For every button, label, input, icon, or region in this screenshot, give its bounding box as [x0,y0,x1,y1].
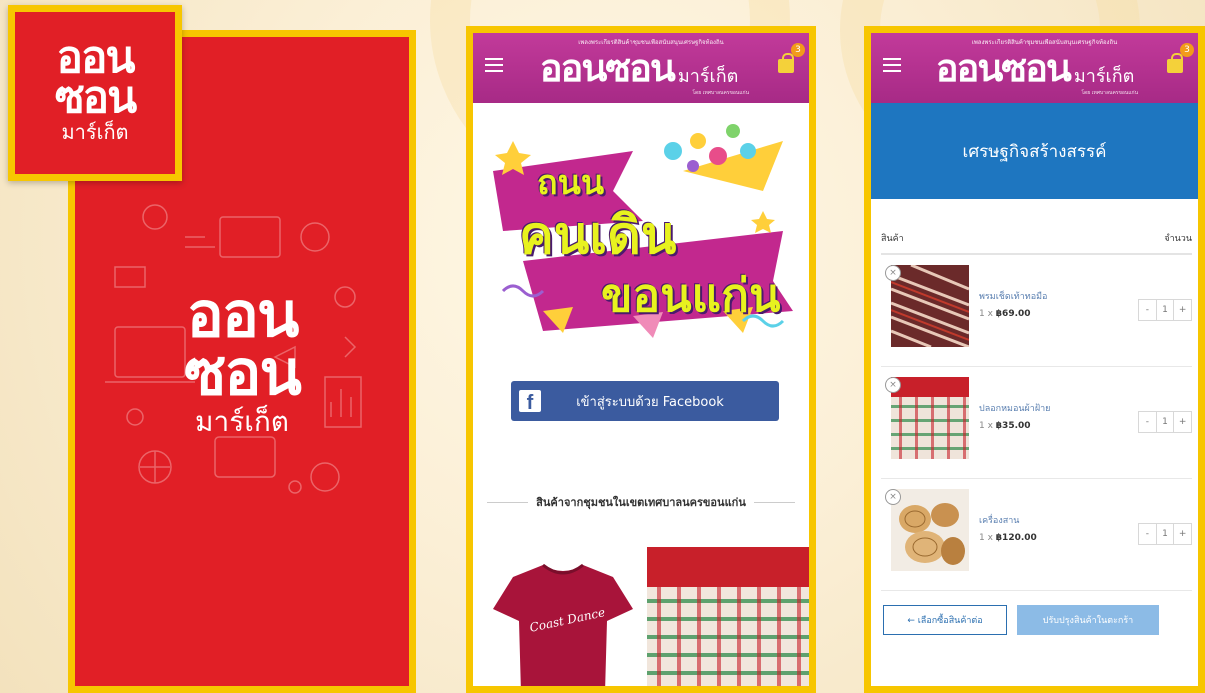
cart-item-row: × พรมเช็ดเท้าทอมือ 1 x ฿69.00 - 1 + [881,255,1192,367]
quantity-value[interactable]: 1 [1155,300,1174,320]
header-logo-sub: มาร์เก็ต [1073,66,1135,86]
cart-table-header: สินค้า จำนวน [881,231,1192,255]
continue-shopping-button[interactable]: ← เลือกซื้อสินค้าต่อ [883,605,1007,635]
remove-item-icon[interactable]: × [885,489,901,505]
increment-button[interactable]: + [1173,412,1191,432]
fabric-image [647,547,809,686]
hamburger-menu-icon[interactable] [485,58,503,72]
basketry-image [891,489,969,571]
logo-line-2: ซอน [54,73,137,122]
shopping-bag-icon [1167,53,1183,73]
column-header-product: สินค้า [881,234,904,244]
quantity-stepper: - 1 + [1138,523,1192,545]
decrement-button[interactable]: - [1139,300,1156,320]
facebook-icon: f [519,390,541,412]
item-name[interactable]: พรมเช็ดเท้าทอมือ [979,289,1047,303]
cart-screen: เพลงพระเกียรติสินค้าชุมชนเพื่อสนับสนุนเศ… [864,26,1205,693]
logo-line-2: ซอน [184,339,302,408]
remove-item-icon[interactable]: × [885,377,901,393]
item-price: 1 x ฿69.00 [979,309,1031,319]
app-header: เพลงพระเกียรติสินค้าชุมชนเพื่อสนับสนุนเศ… [473,33,809,103]
item-price-value: ฿120.00 [995,533,1037,543]
item-name[interactable]: ปลอกหมอนผ้าฝ้าย [979,401,1050,415]
quantity-value[interactable]: 1 [1155,524,1174,544]
product-thumbnail[interactable] [891,377,969,459]
app-header: เพลงพระเกียรติสินค้าชุมชนเพื่อสนับสนุนเศ… [871,33,1198,103]
cart-count-badge: 3 [1180,43,1194,57]
facebook-login-button[interactable]: f เข้าสู่ระบบด้วย Facebook [511,381,779,421]
increment-button[interactable]: + [1173,524,1191,544]
divider [487,501,529,503]
header-byline: โดย เทศบาลนครขอนแก่น [1081,90,1138,96]
item-qty-prefix: 1 x [979,309,993,319]
remove-item-icon[interactable]: × [885,265,901,281]
logo-line-1: ออน [186,281,300,350]
home-screen: เพลงพระเกียรติสินค้าชุมชนเพื่อสนับสนุนเศ… [466,26,816,693]
hamburger-menu-icon[interactable] [883,58,901,72]
column-header-quantity: จำนวน [1164,234,1192,244]
logo-line-1: ออน [56,33,136,82]
shopping-bag-icon [778,53,794,73]
divider [753,501,796,503]
item-price: 1 x ฿120.00 [979,533,1037,543]
increment-button[interactable]: + [1173,300,1191,320]
pillowcase-image [891,377,969,459]
banner-title-line-3: ขอนแก่น [601,269,781,321]
item-price-value: ฿35.00 [995,421,1031,431]
header-logo[interactable]: ออนซอน มาร์เก็ต [917,45,1153,91]
cart-count-badge: 3 [791,43,805,57]
item-name[interactable]: เครื่องสาน [979,513,1019,527]
cart-item-row: × เครื่องสาน 1 x ฿120.00 - 1 + [881,479,1192,591]
header-logo-sub: มาร์เก็ต [677,66,739,86]
decrement-button[interactable]: - [1139,524,1156,544]
item-price: 1 x ฿35.00 [979,421,1031,431]
header-logo-main: ออนซอน [935,48,1072,90]
header-byline: โดย เทศบาลนครขอนแก่น [692,90,749,96]
quantity-stepper: - 1 + [1138,411,1192,433]
cart-item-row: × ปลอกหมอนผ้าฝ้าย 1 x ฿35.00 - 1 + [881,367,1192,479]
header-logo-main: ออนซอน [539,48,676,90]
product-thumbnail[interactable] [891,265,969,347]
header-logo[interactable]: ออนซอน มาร์เก็ต [519,45,759,91]
section-title-text: สินค้าจากชุมชนในเขตเทศบาลนครขอนแก่น [536,496,746,509]
update-cart-button[interactable]: ปรับปรุงสินค้าในตะกร้า [1017,605,1159,635]
product-tile-fabric[interactable] [647,547,809,686]
facebook-login-label: เข้าสู่ระบบด้วย Facebook [576,394,724,410]
doormat-image [891,265,969,347]
section-heading: สินค้าจากชุมชนในเขตเทศบาลนครขอนแก่น [487,493,796,511]
product-thumbnail[interactable] [891,489,969,571]
page-title-banner: เศรษฐกิจสร้างสรรค์ [871,103,1198,199]
logo-line-3: มาร์เก็ต [61,122,129,144]
quantity-value[interactable]: 1 [1155,412,1174,432]
decrement-button[interactable]: - [1139,412,1156,432]
quantity-stepper: - 1 + [1138,299,1192,321]
item-qty-prefix: 1 x [979,533,993,543]
page-title: เศรษฐกิจสร้างสรรค์ [962,141,1107,162]
cart-button[interactable]: 3 [1164,43,1194,73]
event-banner[interactable]: ถนน คนเดิน ขอนแก่น [483,111,803,361]
item-qty-prefix: 1 x [979,421,993,431]
logo-line-3: มาร์เก็ต [195,406,289,437]
product-tile-shirt[interactable]: Coast Dance [483,547,643,686]
cart-button[interactable]: 3 [775,43,805,73]
app-icon-logo: ออน ซอน มาร์เก็ต [8,5,182,181]
splash-logo: ออน ซอน มาร์เก็ต [75,281,409,441]
item-price-value: ฿69.00 [995,309,1031,319]
